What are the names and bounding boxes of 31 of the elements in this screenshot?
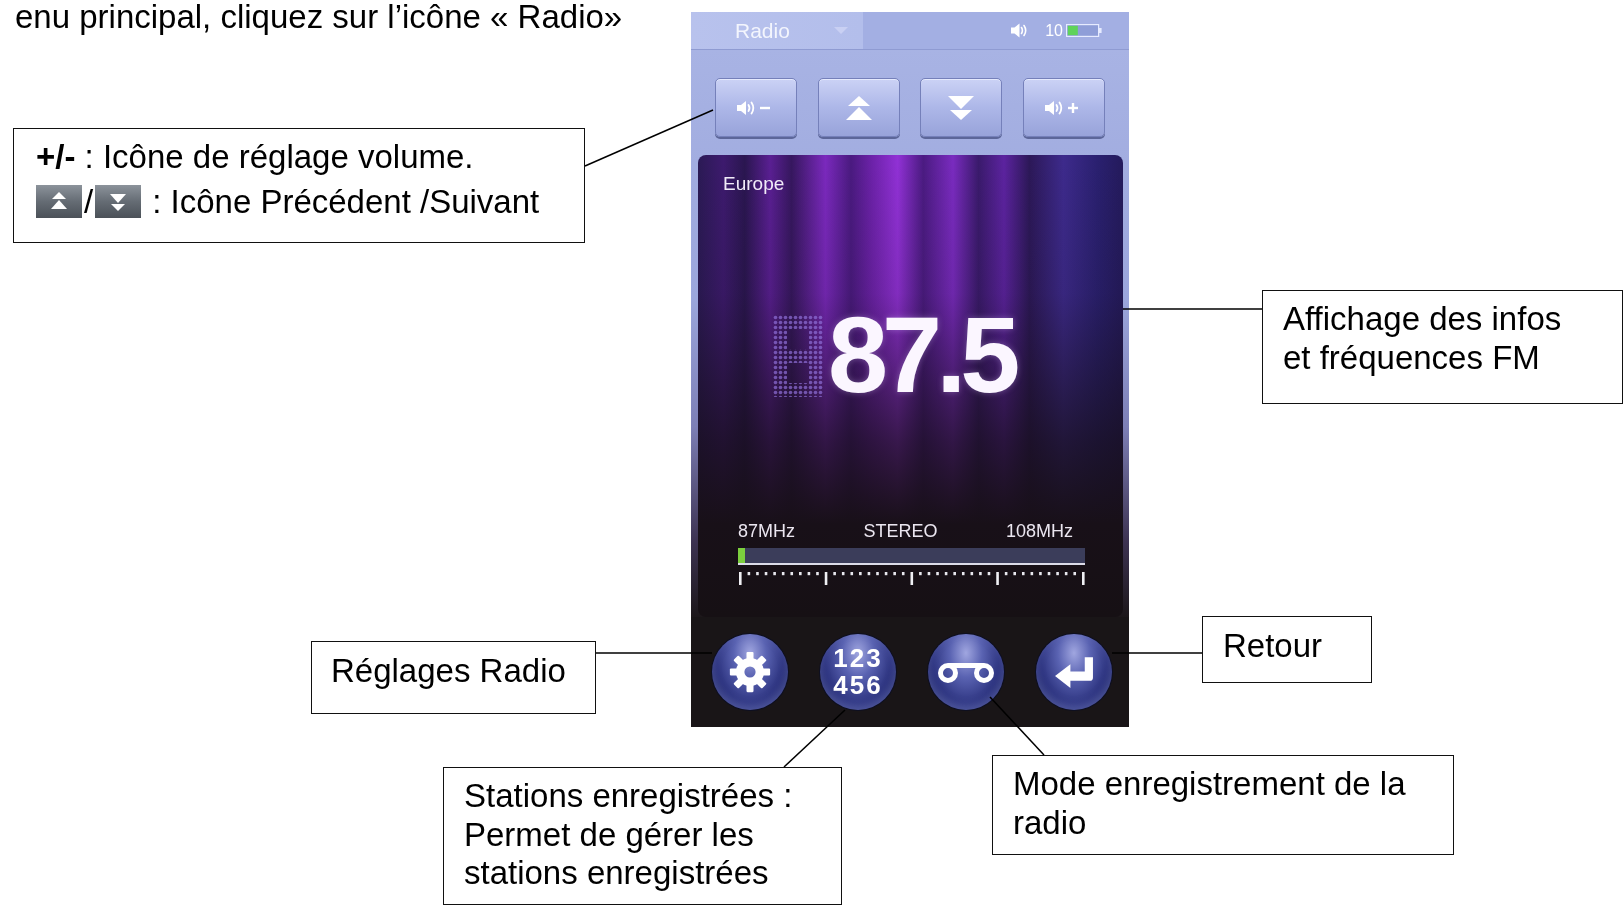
frequency-readout: 87.5 xyxy=(828,300,1015,409)
separator-text: / xyxy=(84,182,94,221)
volume-level-text: 10 xyxy=(1045,22,1063,39)
callout-text: +/- : Icône de réglage volume. xyxy=(36,138,475,177)
instruction-text: enu principal, cliquez sur l’icône « Radio» xyxy=(15,0,623,33)
stereo-label: STEREO xyxy=(863,521,938,542)
band-end-label: 108MHz xyxy=(1005,521,1073,542)
gear-icon xyxy=(729,651,771,693)
presets-button[interactable]: 123 456 xyxy=(820,634,896,710)
volume-down-button[interactable] xyxy=(715,78,797,137)
speaker-icon xyxy=(1011,23,1029,38)
next-button[interactable] xyxy=(920,78,1003,137)
callout-text: : Icône Précédent /Suivant xyxy=(152,182,540,221)
leader-line xyxy=(989,696,1045,756)
region-label: Europe xyxy=(723,173,785,195)
previous-button[interactable] xyxy=(817,78,900,137)
tape-icon xyxy=(937,661,995,683)
double-up-arrow-icon xyxy=(845,95,872,120)
callout-text: Stations enregistrées : Permet de gérer les stations enregistrées xyxy=(464,777,794,893)
return-arrow-icon xyxy=(1053,654,1095,690)
callout-text: Réglages Radio xyxy=(331,652,567,691)
callout-text: Mode enregistrement de la radio xyxy=(1013,765,1407,842)
leader-line xyxy=(783,709,846,768)
band-start-label: 87MHz xyxy=(738,521,795,542)
callout-text: Retour xyxy=(1223,627,1324,666)
volume-up-button[interactable] xyxy=(1022,78,1105,137)
double-down-arrow-icon xyxy=(948,95,975,120)
unlit-digit-icon xyxy=(773,314,823,397)
battery-icon xyxy=(1066,24,1102,37)
callout-text: Affichage des infos et fréquences FM xyxy=(1283,300,1563,377)
screen-title: Radio xyxy=(735,20,790,41)
